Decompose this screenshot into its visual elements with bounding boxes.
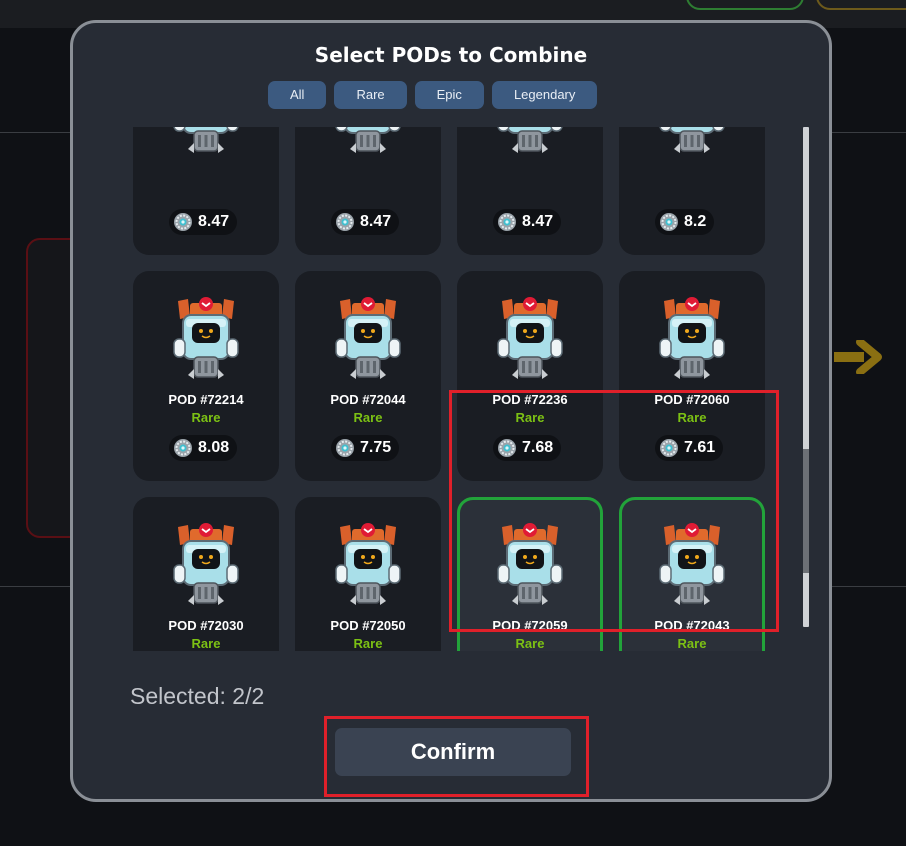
pod-value: 8.08 (198, 439, 230, 456)
pod-robot-icon (497, 523, 563, 605)
pod-rarity: Rare (353, 410, 383, 425)
pod-value-badge: 7.75 (331, 435, 400, 461)
gear-coin-icon (498, 439, 516, 457)
pod-card[interactable]: POD #72060 Rare 7.61 (619, 271, 765, 481)
pod-rarity: Rare (191, 410, 221, 425)
pod-robot-icon (173, 297, 239, 379)
pod-grid: 8.47 8.47 8.47 8.2 POD #72214 Rare 8.08 … (133, 127, 773, 651)
pod-rarity: Rare (677, 636, 707, 651)
pod-robot-icon (659, 127, 725, 153)
gear-coin-icon (174, 439, 192, 457)
pod-value-badge: 8.08 (169, 435, 238, 461)
pod-card[interactable]: 8.2 (619, 127, 765, 255)
pod-value: 8.47 (198, 213, 230, 230)
pod-card[interactable]: POD #72236 Rare 7.68 (457, 271, 603, 481)
filter-legendary-button[interactable]: Legendary (491, 81, 598, 109)
pod-name: POD #72060 (654, 392, 730, 407)
gear-coin-icon (336, 213, 354, 231)
pod-card[interactable]: 8.47 (133, 127, 279, 255)
gear-coin-icon (174, 213, 192, 231)
pod-value-badge: 7.61 (655, 435, 724, 461)
pod-rarity: Rare (515, 636, 545, 651)
confirm-button[interactable]: Confirm (335, 728, 571, 776)
rarity-filter-bar: All Rare Epic Legendary (268, 81, 598, 109)
pod-value-badge: 7.68 (493, 435, 562, 461)
pod-name: POD #72050 (330, 618, 406, 633)
pod-rarity: Rare (515, 410, 545, 425)
pod-value-badge: 8.47 (169, 209, 238, 235)
selected-count: Selected: 2/2 (130, 683, 265, 709)
pod-value-badge: 8.47 (331, 209, 400, 235)
pod-rarity: Rare (353, 636, 383, 651)
pod-card[interactable]: POD #72214 Rare 8.08 (133, 271, 279, 481)
pod-card[interactable]: POD #72050 Rare 7.58 (295, 497, 441, 651)
pod-value-badge: 8.47 (493, 209, 562, 235)
pod-name: POD #72044 (330, 392, 406, 407)
pod-robot-icon (173, 523, 239, 605)
pod-robot-icon (335, 297, 401, 379)
pod-robot-icon (335, 523, 401, 605)
scrollbar-thumb[interactable] (803, 449, 809, 573)
background-green-button (686, 0, 804, 10)
filter-epic-button[interactable]: Epic (414, 81, 484, 109)
pod-name: POD #72236 (492, 392, 568, 407)
pod-value: 7.61 (684, 439, 716, 456)
pod-robot-icon (497, 297, 563, 379)
pod-value: 8.47 (522, 213, 554, 230)
pod-value: 8.2 (684, 213, 707, 230)
pod-card[interactable]: POD #72059 Rare 7.39 (457, 497, 603, 651)
pod-name: POD #72043 (654, 618, 730, 633)
pod-value: 7.75 (360, 439, 392, 456)
pod-name: POD #72030 (168, 618, 244, 633)
gear-coin-icon (336, 439, 354, 457)
background-gold-button (816, 0, 906, 10)
gear-coin-icon (660, 213, 678, 231)
pod-rarity: Rare (191, 636, 221, 651)
pod-robot-icon (659, 297, 725, 379)
pod-card[interactable]: POD #72030 Rare 7.6 (133, 497, 279, 651)
pod-rarity: Rare (677, 410, 707, 425)
pod-card[interactable]: 8.47 (295, 127, 441, 255)
pod-card[interactable]: 8.47 (457, 127, 603, 255)
pod-robot-icon (335, 127, 401, 153)
pod-value: 7.68 (522, 439, 554, 456)
pod-robot-icon (659, 523, 725, 605)
pod-card[interactable]: POD #72043 Rare 7.12 (619, 497, 765, 651)
pod-name: POD #72214 (168, 392, 244, 407)
pod-value: 8.47 (360, 213, 392, 230)
filter-rare-button[interactable]: Rare (334, 81, 407, 109)
pod-robot-icon (497, 127, 563, 153)
pod-name: POD #72059 (492, 618, 568, 633)
gear-coin-icon (660, 439, 678, 457)
modal-title: Select PODs to Combine (314, 43, 588, 67)
arrow-right-icon (834, 340, 882, 374)
pod-robot-icon (173, 127, 239, 153)
pod-grid-scroll-area[interactable]: 8.47 8.47 8.47 8.2 POD #72214 Rare 8.08 … (133, 127, 809, 651)
pod-card[interactable]: POD #72044 Rare 7.75 (295, 271, 441, 481)
combine-modal: Select PODs to Combine All Rare Epic Leg… (70, 20, 832, 802)
filter-all-button[interactable]: All (268, 81, 327, 109)
gear-coin-icon (498, 213, 516, 231)
pod-value-badge: 8.2 (655, 209, 715, 235)
